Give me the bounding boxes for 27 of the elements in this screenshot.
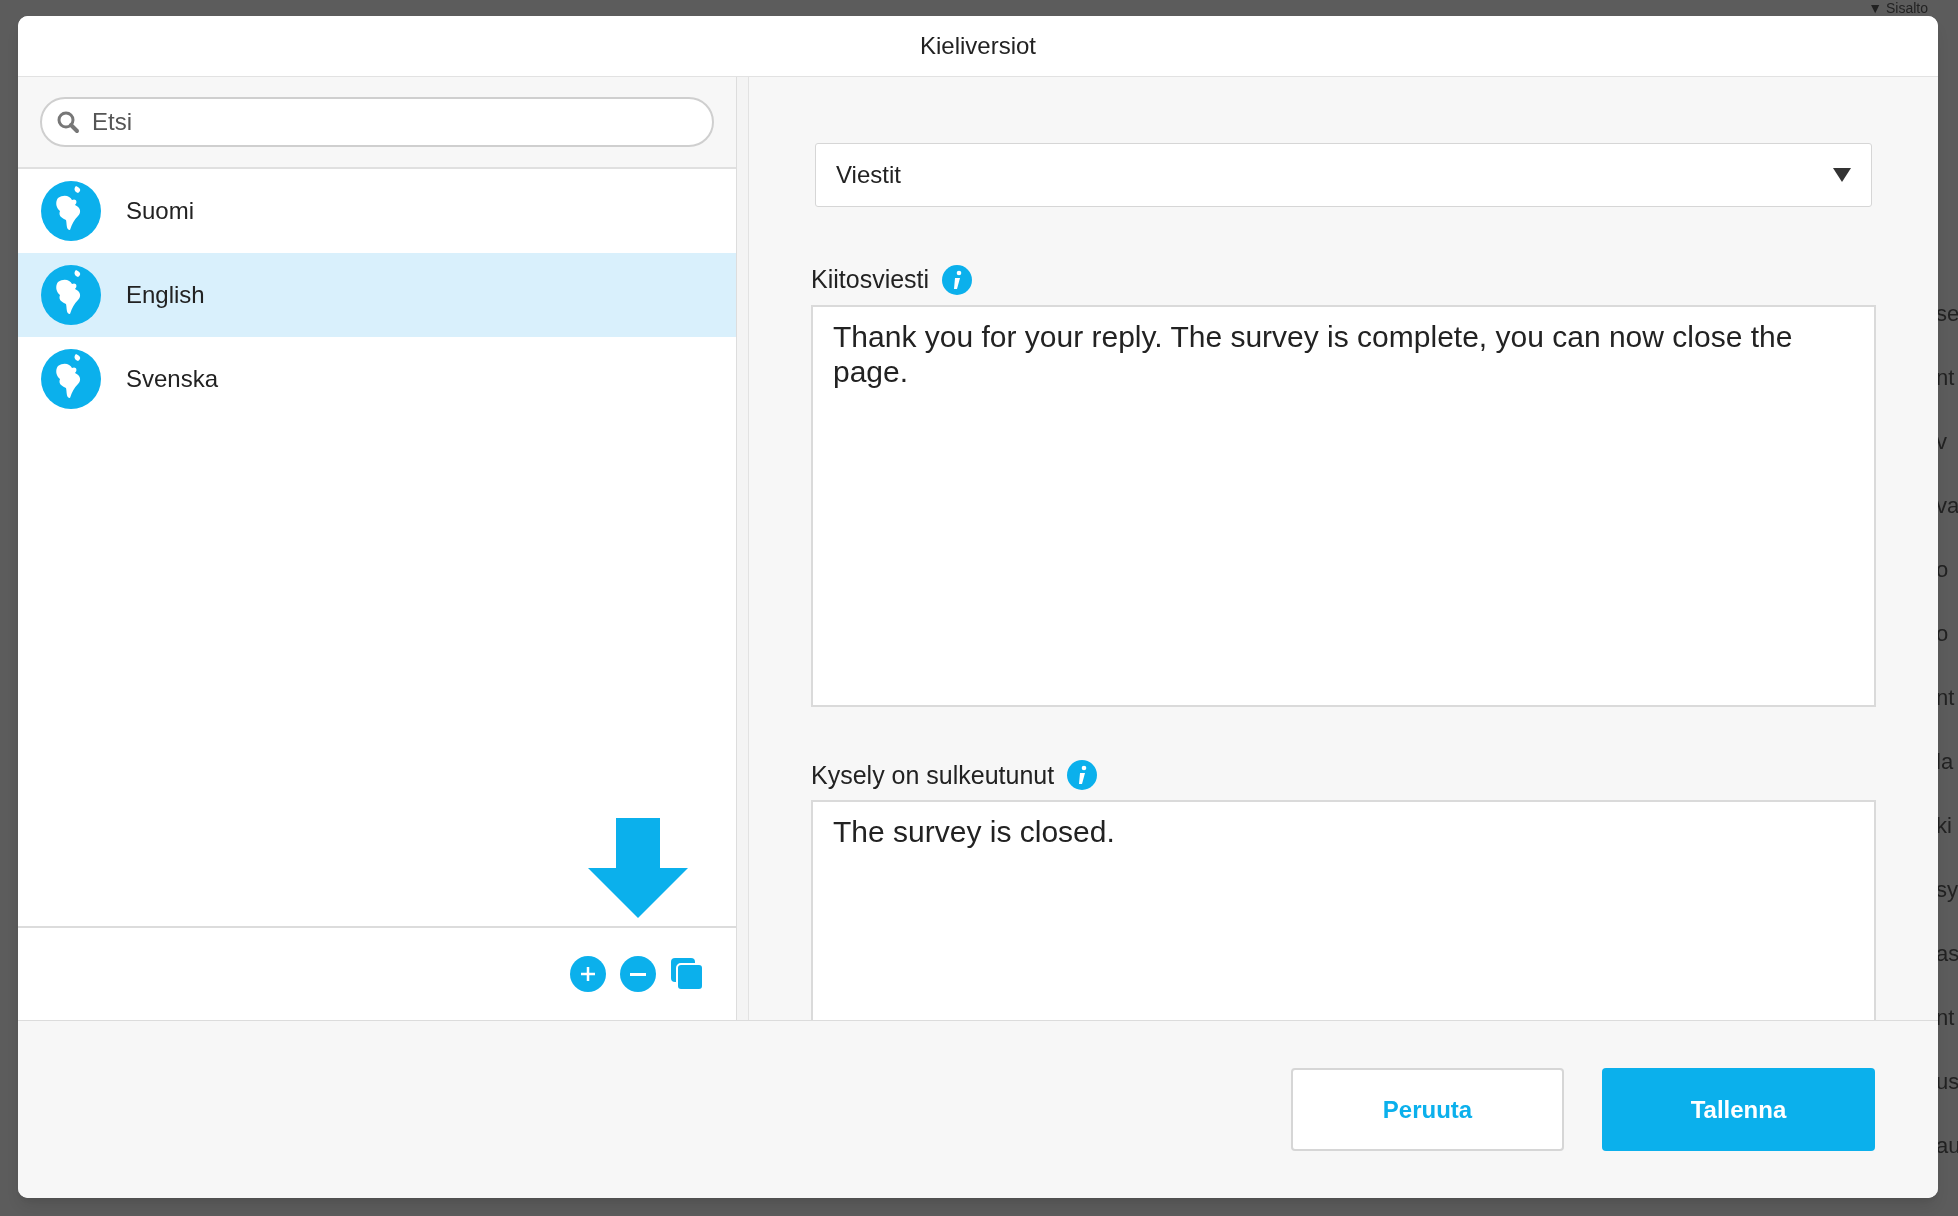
down-arrow-icon <box>586 818 690 918</box>
category-dropdown[interactable]: Viestit <box>815 143 1872 207</box>
search-field[interactable]: Etsi <box>40 97 714 147</box>
field-label: Kiitosviesti <box>811 264 930 295</box>
background-text: nt <box>1935 364 1956 392</box>
background-text: as <box>1935 940 1958 968</box>
background-text: nt <box>1935 1004 1956 1032</box>
add-button[interactable] <box>570 956 606 992</box>
message-field[interactable]: Thank you for your reply. The survey is complete, you can now close the page. <box>811 304 1876 707</box>
globe-icon <box>40 348 102 410</box>
background-text: nt <box>1935 684 1956 712</box>
caret-icon <box>1833 168 1851 182</box>
language-item[interactable]: English <box>18 253 736 337</box>
remove-button[interactable] <box>620 956 656 992</box>
field-label: Kysely on sulkeutunut <box>811 759 1055 791</box>
background-heading: ▼ Sisalto <box>1868 0 1928 16</box>
dialog-title: Kieliversiot <box>919 31 1036 61</box>
copy-icon[interactable] <box>670 957 704 991</box>
plus-icon <box>579 965 597 983</box>
minus-icon <box>630 972 646 976</box>
search-icon <box>56 110 80 134</box>
globe-icon <box>40 264 102 326</box>
info-icon[interactable] <box>941 263 974 296</box>
globe-icon <box>40 180 102 242</box>
info-icon[interactable] <box>1066 759 1099 792</box>
background-text: se <box>1935 300 1958 328</box>
background-text: sy <box>1935 876 1958 904</box>
